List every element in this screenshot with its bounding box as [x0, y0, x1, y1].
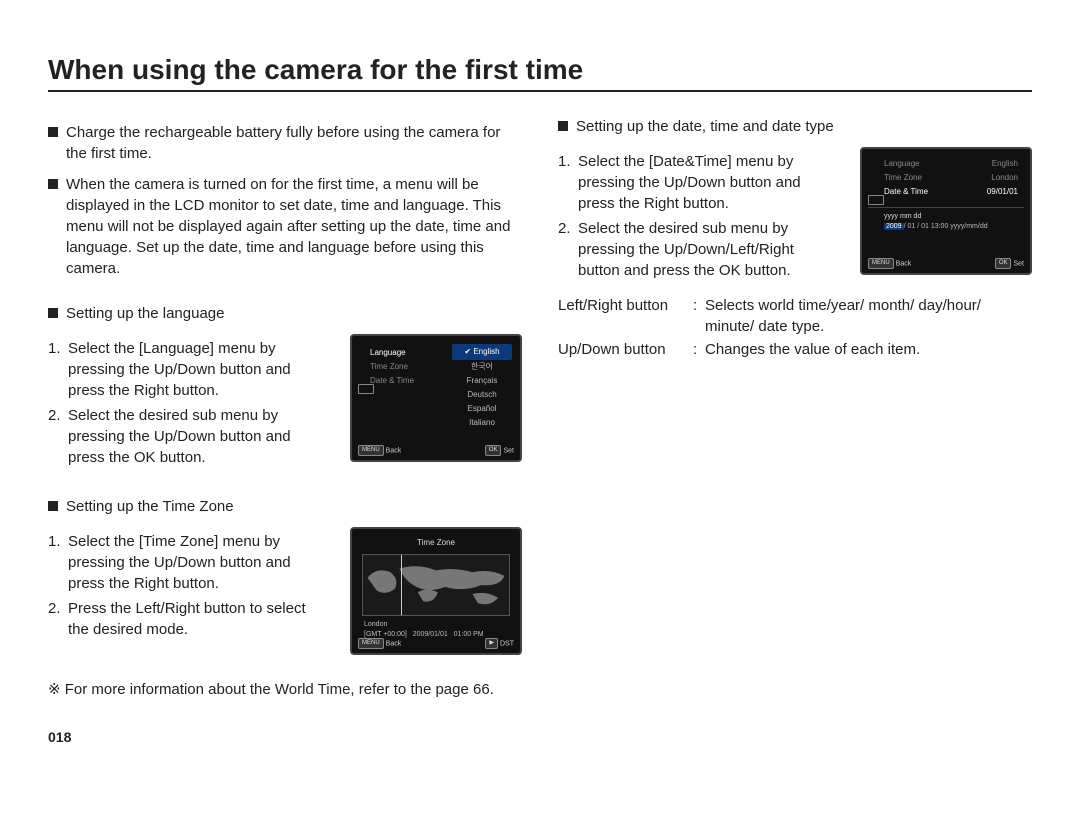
intro-bullet-2: When the camera is turned on for the fir… — [48, 174, 522, 279]
bullet-icon — [48, 127, 58, 137]
menu-item: Date & Time — [370, 374, 414, 388]
menu-value: London — [991, 171, 1018, 185]
menu-option: 한국어 — [452, 360, 512, 374]
set-label: Set — [1013, 260, 1024, 267]
bullet-icon — [48, 308, 58, 318]
worldtime-note: ※ For more information about the World T… — [48, 679, 522, 700]
step-number: 2. — [48, 598, 68, 640]
step-text: Press the Left/Right button to select th… — [68, 598, 338, 640]
menu-option-selected: ✔ English — [452, 344, 512, 360]
page-number: 018 — [48, 728, 522, 748]
left-column: Charge the rechargeable battery fully be… — [48, 116, 522, 748]
tz-step-1: 1. Select the [Time Zone] menu by pressi… — [48, 531, 338, 594]
ok-tag: OK — [485, 445, 502, 456]
bullet-icon — [48, 501, 58, 511]
menu-tag: MENU — [358, 638, 384, 649]
menu-value: 09/01/01 — [987, 185, 1018, 199]
set-label: Set — [503, 447, 514, 454]
step-number: 1. — [558, 151, 578, 214]
dst-label: DST — [500, 640, 514, 647]
lang-step-2: 2. Select the desired sub menu by pressi… — [48, 405, 338, 468]
tz-title: Time Zone — [358, 537, 514, 548]
step-text: Select the desired sub menu by pressing … — [68, 405, 338, 468]
screenshot-datetime: Language English Time Zone London Date & T… — [860, 147, 1032, 275]
menu-option: Español — [452, 402, 512, 416]
right-column: Setting up the date, time and date type … — [558, 116, 1032, 748]
section-timezone-title: Setting up the Time Zone — [66, 496, 234, 517]
desc-text: Selects world time/year/ month/ day/hour… — [705, 295, 1032, 337]
dt-step-2: 2. Select the desired sub menu by pressi… — [558, 218, 848, 281]
step-number: 2. — [48, 405, 68, 468]
step-number: 1. — [48, 338, 68, 401]
screenshot-language: Language Time Zone Date & Time ✔ English… — [350, 334, 522, 462]
intro-bullet-1: Charge the rechargeable battery fully be… — [48, 122, 522, 164]
step-text: Select the desired sub menu by pressing … — [578, 218, 848, 281]
intro-text-1: Charge the rechargeable battery fully be… — [66, 122, 522, 164]
menu-option: Français — [452, 374, 512, 388]
bullet-icon — [48, 179, 58, 189]
section-timezone: Setting up the Time Zone — [48, 496, 522, 517]
lang-step-1: 1. Select the [Language] menu by pressin… — [48, 338, 338, 401]
world-map-icon — [362, 554, 510, 616]
menu-item: Time Zone — [884, 171, 922, 185]
title-bar: When using the camera for the first time — [48, 54, 1032, 92]
menu-item: Language — [884, 157, 920, 171]
menu-option: Deutsch — [452, 388, 512, 402]
menu-tag: MENU — [358, 445, 384, 456]
menu-item: Time Zone — [370, 360, 414, 374]
menu-item: Language — [370, 346, 414, 360]
section-language: Setting up the language — [48, 303, 522, 324]
note-prefix: ※ — [48, 681, 65, 698]
desc-text: Changes the value of each item. — [705, 339, 1032, 360]
step-text: Select the [Time Zone] menu by pressing … — [68, 531, 338, 594]
step-number: 1. — [48, 531, 68, 594]
desc-colon: : — [693, 295, 705, 337]
tz-step-2: 2. Press the Left/Right button to select… — [48, 598, 338, 640]
ud-button-desc: Up/Down button : Changes the value of ea… — [558, 339, 1032, 360]
desc-colon: : — [693, 339, 705, 360]
year-field: 2009 — [884, 223, 904, 230]
back-label: Back — [896, 260, 912, 267]
desc-label: Up/Down button — [558, 339, 693, 360]
step-text: Select the [Language] menu by pressing t… — [68, 338, 338, 401]
lr-button-desc: Left/Right button : Selects world time/y… — [558, 295, 1032, 337]
screenshot-timezone: Time Zone London [GMT +00:00] — [350, 527, 522, 655]
bullet-icon — [558, 121, 568, 131]
section-language-title: Setting up the language — [66, 303, 224, 324]
page-title: When using the camera for the first time — [48, 54, 1032, 86]
intro-text-2: When the camera is turned on for the fir… — [66, 174, 522, 279]
ok-tag: OK — [995, 258, 1012, 269]
date-format-line: yyyy mm dd — [884, 212, 1024, 222]
menu-tag: MENU — [868, 258, 894, 269]
play-tag: ▶ — [485, 638, 498, 649]
desc-label: Left/Right button — [558, 295, 693, 337]
battery-icon — [868, 195, 884, 205]
map-meridian-line — [401, 555, 402, 615]
step-number: 2. — [558, 218, 578, 281]
section-datetime-title: Setting up the date, time and date type — [576, 116, 834, 137]
menu-item-selected: Date & Time — [884, 185, 928, 199]
menu-value: English — [992, 157, 1018, 171]
step-text: Select the [Date&Time] menu by pressing … — [578, 151, 848, 214]
tz-city: London — [364, 620, 508, 630]
dt-step-1: 1. Select the [Date&Time] menu by pressi… — [558, 151, 848, 214]
date-values: / 01 / 01 13:00 yyyy/mm/dd — [904, 223, 988, 230]
note-text: For more information about the World Tim… — [65, 681, 494, 698]
back-label: Back — [386, 640, 402, 647]
check-icon: ✔ — [464, 347, 471, 356]
section-datetime: Setting up the date, time and date type — [558, 116, 1032, 137]
menu-option: Italiano — [452, 416, 512, 430]
back-label: Back — [386, 447, 402, 454]
